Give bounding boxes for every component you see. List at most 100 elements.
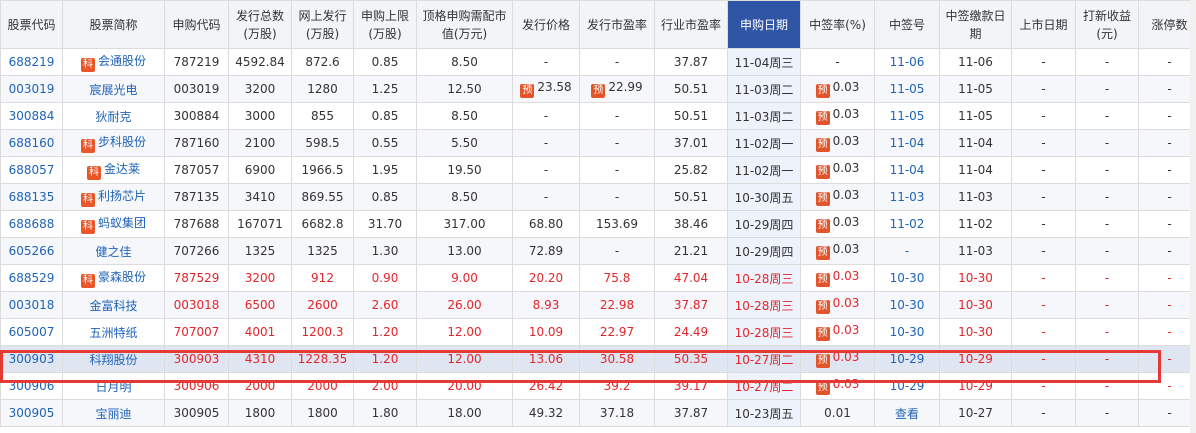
stock-code-link[interactable]: 300884 <box>9 109 55 123</box>
cell-win-no[interactable]: 11-04 <box>874 129 940 157</box>
stock-name-link[interactable]: 金达莱 <box>104 162 140 176</box>
table-row[interactable]: 688688 科蚂蚁集团 787688 167071 6682.8 31.70 317.00… <box>0 210 1196 238</box>
table-row[interactable]: 003019 宸展光电 003019 3200 1280 1.25 12.50 预 23.58 预… <box>0 75 1196 103</box>
col-header-total-issue[interactable]: 发行总数(万股) <box>228 0 292 49</box>
cell-name[interactable]: 科步科股份 <box>62 129 165 157</box>
cell-name[interactable]: 科会通股份 <box>62 48 165 76</box>
cell-win-no[interactable]: 11-06 <box>874 48 940 76</box>
stock-code-link[interactable]: 605007 <box>9 325 55 339</box>
cell-code[interactable]: 300903 <box>0 345 63 373</box>
stock-code-link[interactable]: 003019 <box>9 82 55 96</box>
col-header-win-no[interactable]: 中签号 <box>874 0 940 49</box>
col-header-limit-up[interactable]: 涨停数 <box>1138 0 1196 49</box>
cell-name[interactable]: 科利扬芯片 <box>62 183 165 211</box>
col-header-top-value[interactable]: 顶格申购需配市值(万元) <box>416 0 513 49</box>
cell-name[interactable]: 五洲特纸 <box>62 318 165 346</box>
cell-win-no[interactable]: 11-03 <box>874 183 940 211</box>
stock-name-link[interactable]: 利扬芯片 <box>98 189 146 203</box>
cell-code[interactable]: 688135 <box>0 183 63 211</box>
stock-name-link[interactable]: 科翔股份 <box>89 353 137 367</box>
cell-code[interactable]: 688057 <box>0 156 63 184</box>
stock-name-link[interactable]: 日月明 <box>95 380 131 394</box>
cell-name[interactable]: 金富科技 <box>62 291 165 319</box>
col-header-list-date[interactable]: 上市日期 <box>1011 0 1076 49</box>
col-header-apply-limit[interactable]: 申购上限(万股) <box>353 0 417 49</box>
cell-code[interactable]: 688219 <box>0 48 63 76</box>
cell-win-no[interactable]: 查看 <box>874 399 940 427</box>
table-row[interactable]: 688219 科会通股份 787219 4592.84 872.6 0.85 8.50- -3… <box>0 48 1196 76</box>
cell-code[interactable]: 605266 <box>0 237 63 265</box>
stock-code-link[interactable]: 605266 <box>9 244 55 258</box>
stock-name-link[interactable]: 狄耐克 <box>95 110 131 124</box>
stock-code-link[interactable]: 688135 <box>9 190 55 204</box>
cell-code[interactable]: 688529 <box>0 264 63 292</box>
cell-name[interactable]: 科蚂蚁集团 <box>62 210 165 238</box>
cell-name[interactable]: 宝丽迪 <box>62 399 165 427</box>
table-row[interactable]: 688529 科豪森股份 787529 3200 912 0.90 9.00 20.20 75.… <box>0 264 1196 292</box>
stock-code-link[interactable]: 688057 <box>9 163 55 177</box>
cell-name[interactable]: 狄耐克 <box>62 102 165 130</box>
cell-name[interactable]: 科翔股份 <box>62 345 165 373</box>
stock-code-link[interactable]: 688688 <box>9 217 55 231</box>
cell-name[interactable]: 科金达莱 <box>62 156 165 184</box>
table-row[interactable]: 300906 日月明 300906 2000 2000 2.00 20.00 26.42 39.… <box>0 372 1196 400</box>
stock-code-link[interactable]: 688160 <box>9 136 55 150</box>
col-header-apply-code[interactable]: 申购代码 <box>164 0 229 49</box>
table-row[interactable]: 003018 金富科技 003018 6500 2600 2.60 26.00 8.93 22.… <box>0 291 1196 319</box>
stock-name-link[interactable]: 豪森股份 <box>98 270 146 284</box>
cell-name[interactable]: 健之佳 <box>62 237 165 265</box>
cell-name[interactable]: 宸展光电 <box>62 75 165 103</box>
stock-name-link[interactable]: 五洲特纸 <box>89 326 137 340</box>
col-header-online-issue[interactable]: 网上发行(万股) <box>291 0 354 49</box>
cell-win-no[interactable]: 11-04 <box>874 156 940 184</box>
stock-name-link[interactable]: 健之佳 <box>95 245 131 259</box>
stock-code-link[interactable]: 688529 <box>9 271 55 285</box>
cell-code[interactable]: 300905 <box>0 399 63 427</box>
stock-name-link[interactable]: 宸展光电 <box>89 83 137 97</box>
col-header-code[interactable]: 股票代码 <box>0 0 63 49</box>
cell-code[interactable]: 003018 <box>0 291 63 319</box>
cell-code[interactable]: 300906 <box>0 372 63 400</box>
cell-name[interactable]: 日月明 <box>62 372 165 400</box>
cell-code[interactable]: 688160 <box>0 129 63 157</box>
col-header-pay-date[interactable]: 中签缴款日期 <box>939 0 1012 49</box>
col-header-industry-pe[interactable]: 行业市盈率 <box>654 0 728 49</box>
table-row[interactable]: 688057 科金达莱 787057 6900 1966.5 1.95 19.50- -25.… <box>0 156 1196 184</box>
cell-win-no[interactable]: 11-05 <box>874 102 940 130</box>
stock-code-link[interactable]: 003018 <box>9 298 55 312</box>
cell-win-no[interactable]: 10-29 <box>874 345 940 373</box>
table-row[interactable]: 605007 五洲特纸 707007 4001 1200.3 1.20 12.00 10.09… <box>0 318 1196 346</box>
stock-name-link[interactable]: 蚂蚁集团 <box>98 216 146 230</box>
col-header-apply-date[interactable]: 申购日期 <box>727 0 801 49</box>
cell-code[interactable]: 605007 <box>0 318 63 346</box>
table-row[interactable]: 300903 科翔股份 300903 4310 1228.35 1.20 12.00 13.0… <box>0 345 1196 373</box>
stock-code-link[interactable]: 688219 <box>9 55 55 69</box>
cell-code[interactable]: 688688 <box>0 210 63 238</box>
stock-name-link[interactable]: 金富科技 <box>89 299 137 313</box>
table-row[interactable]: 605266 健之佳 707266 1325 1325 1.30 13.00 72.89-21… <box>0 237 1196 265</box>
col-header-profit[interactable]: 打新收益(元) <box>1075 0 1139 49</box>
cell-win-no[interactable]: 10-30 <box>874 264 940 292</box>
table-row[interactable]: 688135 科利扬芯片 787135 3410 869.55 0.85 8.50- -50.… <box>0 183 1196 211</box>
table-row[interactable]: 688160 科步科股份 787160 2100 598.5 0.55 5.50- -37.0… <box>0 129 1196 157</box>
cell-win-no[interactable]: 11-05 <box>874 75 940 103</box>
cell-win-no[interactable]: 10-30 <box>874 318 940 346</box>
scrollbar[interactable] <box>1190 0 1196 433</box>
stock-name-link[interactable]: 宝丽迪 <box>95 407 131 421</box>
table-row[interactable]: 300884 狄耐克 300884 3000 855 0.85 8.50- -50.51 11-… <box>0 102 1196 130</box>
col-header-name[interactable]: 股票简称 <box>62 0 165 49</box>
stock-code-link[interactable]: 300906 <box>9 379 55 393</box>
stock-name-link[interactable]: 步科股份 <box>98 135 146 149</box>
col-header-price[interactable]: 发行价格 <box>512 0 580 49</box>
cell-win-no[interactable]: 11-02 <box>874 210 940 238</box>
stock-code-link[interactable]: 300903 <box>9 352 55 366</box>
stock-name-link[interactable]: 会通股份 <box>98 54 146 68</box>
table-row[interactable]: 300905 宝丽迪 300905 1800 1800 1.80 18.00 49.32 37.… <box>0 399 1196 427</box>
cell-name[interactable]: 科豪森股份 <box>62 264 165 292</box>
cell-win-no[interactable]: - <box>874 237 940 265</box>
cell-code[interactable]: 300884 <box>0 102 63 130</box>
col-header-issue-pe[interactable]: 发行市盈率 <box>579 0 655 49</box>
cell-win-no[interactable]: 10-30 <box>874 291 940 319</box>
cell-win-no[interactable]: 10-29 <box>874 372 940 400</box>
stock-code-link[interactable]: 300905 <box>9 406 55 420</box>
